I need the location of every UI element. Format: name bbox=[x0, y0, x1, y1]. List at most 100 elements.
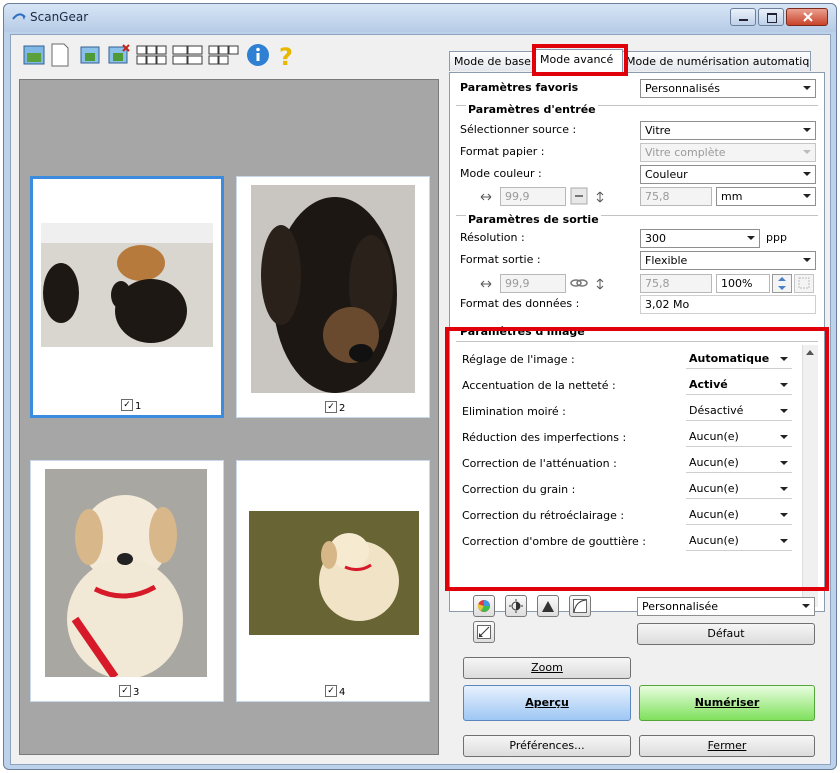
crop-frame-icon[interactable] bbox=[77, 41, 103, 69]
grain-correction-select[interactable]: Aucun(e) bbox=[686, 480, 792, 499]
brightness-contrast-button[interactable] bbox=[505, 595, 527, 617]
favorites-label: Paramètres favoris bbox=[460, 81, 579, 94]
paper-size-label: Format papier : bbox=[460, 145, 545, 158]
color-mode-label: Mode couleur : bbox=[460, 167, 542, 180]
thumbnail-1[interactable]: ✓ 1 bbox=[30, 176, 224, 418]
thumbnail-checkbox[interactable]: ✓ bbox=[325, 685, 337, 697]
new-document-icon[interactable] bbox=[47, 41, 73, 69]
thumbnail-4[interactable]: ✓ 4 bbox=[236, 460, 430, 702]
input-height-field[interactable]: 75,8 bbox=[640, 187, 712, 206]
window-title: ScanGear bbox=[30, 10, 89, 24]
saturation-color-balance-button[interactable] bbox=[473, 595, 495, 617]
help-icon[interactable]: ? bbox=[273, 41, 299, 69]
resolution-label: Résolution : bbox=[460, 231, 525, 244]
thumbnail-2[interactable]: ✓ 2 bbox=[236, 176, 430, 418]
image-adjustment-label: Réglage de l'image : bbox=[462, 353, 575, 366]
width-arrows-icon bbox=[480, 280, 492, 288]
close-icon bbox=[803, 12, 813, 22]
image-adjustment-select[interactable]: Automatique bbox=[686, 350, 792, 369]
scale-field[interactable]: 100% bbox=[716, 274, 770, 293]
thumbnail-image bbox=[251, 185, 415, 393]
scanner-app-icon bbox=[12, 13, 26, 20]
remove-crop-icon[interactable] bbox=[105, 41, 131, 69]
thumbnail-checkbox[interactable]: ✓ bbox=[119, 685, 131, 697]
zoom-button[interactable]: Zoom bbox=[463, 657, 631, 679]
output-size-select[interactable]: Flexible bbox=[640, 251, 816, 270]
unit-select[interactable]: mm bbox=[716, 187, 816, 206]
final-review-button[interactable] bbox=[473, 621, 495, 643]
thumbnail-checkbox[interactable]: ✓ bbox=[121, 399, 133, 411]
descreen-select[interactable]: Désactivé bbox=[686, 402, 792, 421]
close-button[interactable]: Fermer bbox=[639, 735, 815, 757]
output-width-field[interactable]: 99,9 bbox=[500, 274, 566, 293]
tab-advanced-mode[interactable]: Mode avancé bbox=[535, 49, 623, 72]
tone-curve-icon bbox=[573, 599, 587, 613]
backlight-correction-label: Correction du rétroéclairage : bbox=[462, 509, 625, 522]
grid-large-icon[interactable] bbox=[135, 41, 169, 69]
grid-small-icon[interactable] bbox=[207, 41, 241, 69]
fading-correction-select[interactable]: Aucun(e) bbox=[686, 454, 792, 473]
dust-reduction-select[interactable]: Aucun(e) bbox=[686, 428, 792, 447]
fading-correction-label: Correction de l'atténuation : bbox=[462, 457, 617, 470]
gutter-shadow-select[interactable]: Aucun(e) bbox=[686, 532, 792, 551]
histogram-button[interactable] bbox=[537, 595, 559, 617]
dust-reduction-label: Réduction des imperfections : bbox=[462, 431, 627, 444]
scroll-up-icon[interactable] bbox=[806, 349, 814, 355]
grain-correction-label: Correction du grain : bbox=[462, 483, 576, 496]
output-size-label: Format sortie : bbox=[460, 253, 541, 266]
chain-link-icon[interactable] bbox=[570, 276, 588, 290]
thumbnail-image bbox=[41, 223, 213, 347]
tab-auto-scan-mode[interactable]: Mode de numérisation automatique bbox=[621, 51, 811, 71]
info-icon[interactable] bbox=[245, 41, 271, 69]
mode-tabs: Mode de base Mode avancé Mode de numéris… bbox=[449, 49, 825, 72]
grid-medium-icon[interactable] bbox=[171, 41, 205, 69]
sharpening-select[interactable]: Activé bbox=[686, 376, 792, 395]
gutter-shadow-label: Correction d'ombre de gouttière : bbox=[462, 535, 647, 548]
scan-button[interactable]: Numériser bbox=[639, 685, 815, 721]
thumbnail-view-icon[interactable] bbox=[21, 41, 47, 69]
preview-area: ✓ 1 ✓ 2 ✓ 3 ✓ 4 bbox=[19, 79, 439, 755]
aspect-lock-icon[interactable] bbox=[570, 187, 588, 205]
title-bar[interactable]: ScanGear bbox=[4, 4, 836, 32]
color-wheel-icon bbox=[477, 600, 490, 612]
thumbnail-image bbox=[45, 469, 207, 677]
histogram-icon bbox=[542, 601, 554, 612]
height-arrows-icon bbox=[596, 278, 604, 290]
sharpening-label: Accentuation de la netteté : bbox=[462, 379, 616, 392]
data-size-value: 3,02 Mo bbox=[640, 295, 816, 314]
color-mode-select[interactable]: Couleur bbox=[640, 165, 816, 184]
color-preset-select[interactable]: Personnalisée bbox=[637, 597, 815, 616]
image-settings-scrollbar[interactable] bbox=[802, 345, 818, 607]
source-select[interactable]: Vitre bbox=[640, 121, 816, 140]
image-settings-heading: Paramètres d'image bbox=[460, 325, 585, 338]
settings-panel: Paramètres favoris Personnalisés Paramèt… bbox=[449, 72, 825, 612]
brightness-icon bbox=[509, 599, 523, 613]
thumbnail-image bbox=[249, 511, 419, 635]
output-height-field[interactable]: 75,8 bbox=[640, 274, 712, 293]
minimize-button[interactable] bbox=[730, 8, 756, 26]
tab-basic-mode[interactable]: Mode de base bbox=[449, 51, 537, 71]
scangear-window: ScanGear ? ✓ 1 ✓ 2 ✓ 3 ✓ 4 Mode de base … bbox=[3, 3, 837, 770]
fit-size-icon[interactable] bbox=[794, 274, 814, 293]
favorites-select[interactable]: Personnalisés bbox=[640, 79, 816, 98]
output-settings-heading: Paramètres de sortie bbox=[466, 213, 601, 226]
maximize-button[interactable] bbox=[758, 8, 784, 26]
scale-spinner-icon[interactable] bbox=[772, 274, 792, 293]
thumbnail-number: 2 bbox=[339, 403, 346, 414]
thumbnail-checkbox[interactable]: ✓ bbox=[325, 401, 337, 413]
data-size-label: Format des données : bbox=[460, 297, 580, 310]
input-width-field[interactable]: 99,9 bbox=[500, 187, 566, 206]
input-settings-heading: Paramètres d'entrée bbox=[466, 103, 598, 116]
close-window-button[interactable] bbox=[786, 8, 828, 26]
backlight-correction-select[interactable]: Aucun(e) bbox=[686, 506, 792, 525]
tone-curve-button[interactable] bbox=[569, 595, 591, 617]
final-review-icon bbox=[477, 625, 491, 639]
preferences-button[interactable]: Préférences... bbox=[463, 735, 631, 757]
resolution-select[interactable]: 300 bbox=[640, 229, 760, 248]
preview-button[interactable]: Aperçu bbox=[463, 685, 631, 721]
thumbnail-3[interactable]: ✓ 3 bbox=[30, 460, 224, 702]
descreen-label: Elimination moiré : bbox=[462, 405, 566, 418]
paper-size-select[interactable]: Vitre complète bbox=[640, 143, 816, 162]
default-button[interactable]: Défaut bbox=[637, 623, 815, 645]
svg-text:?: ? bbox=[279, 43, 293, 69]
